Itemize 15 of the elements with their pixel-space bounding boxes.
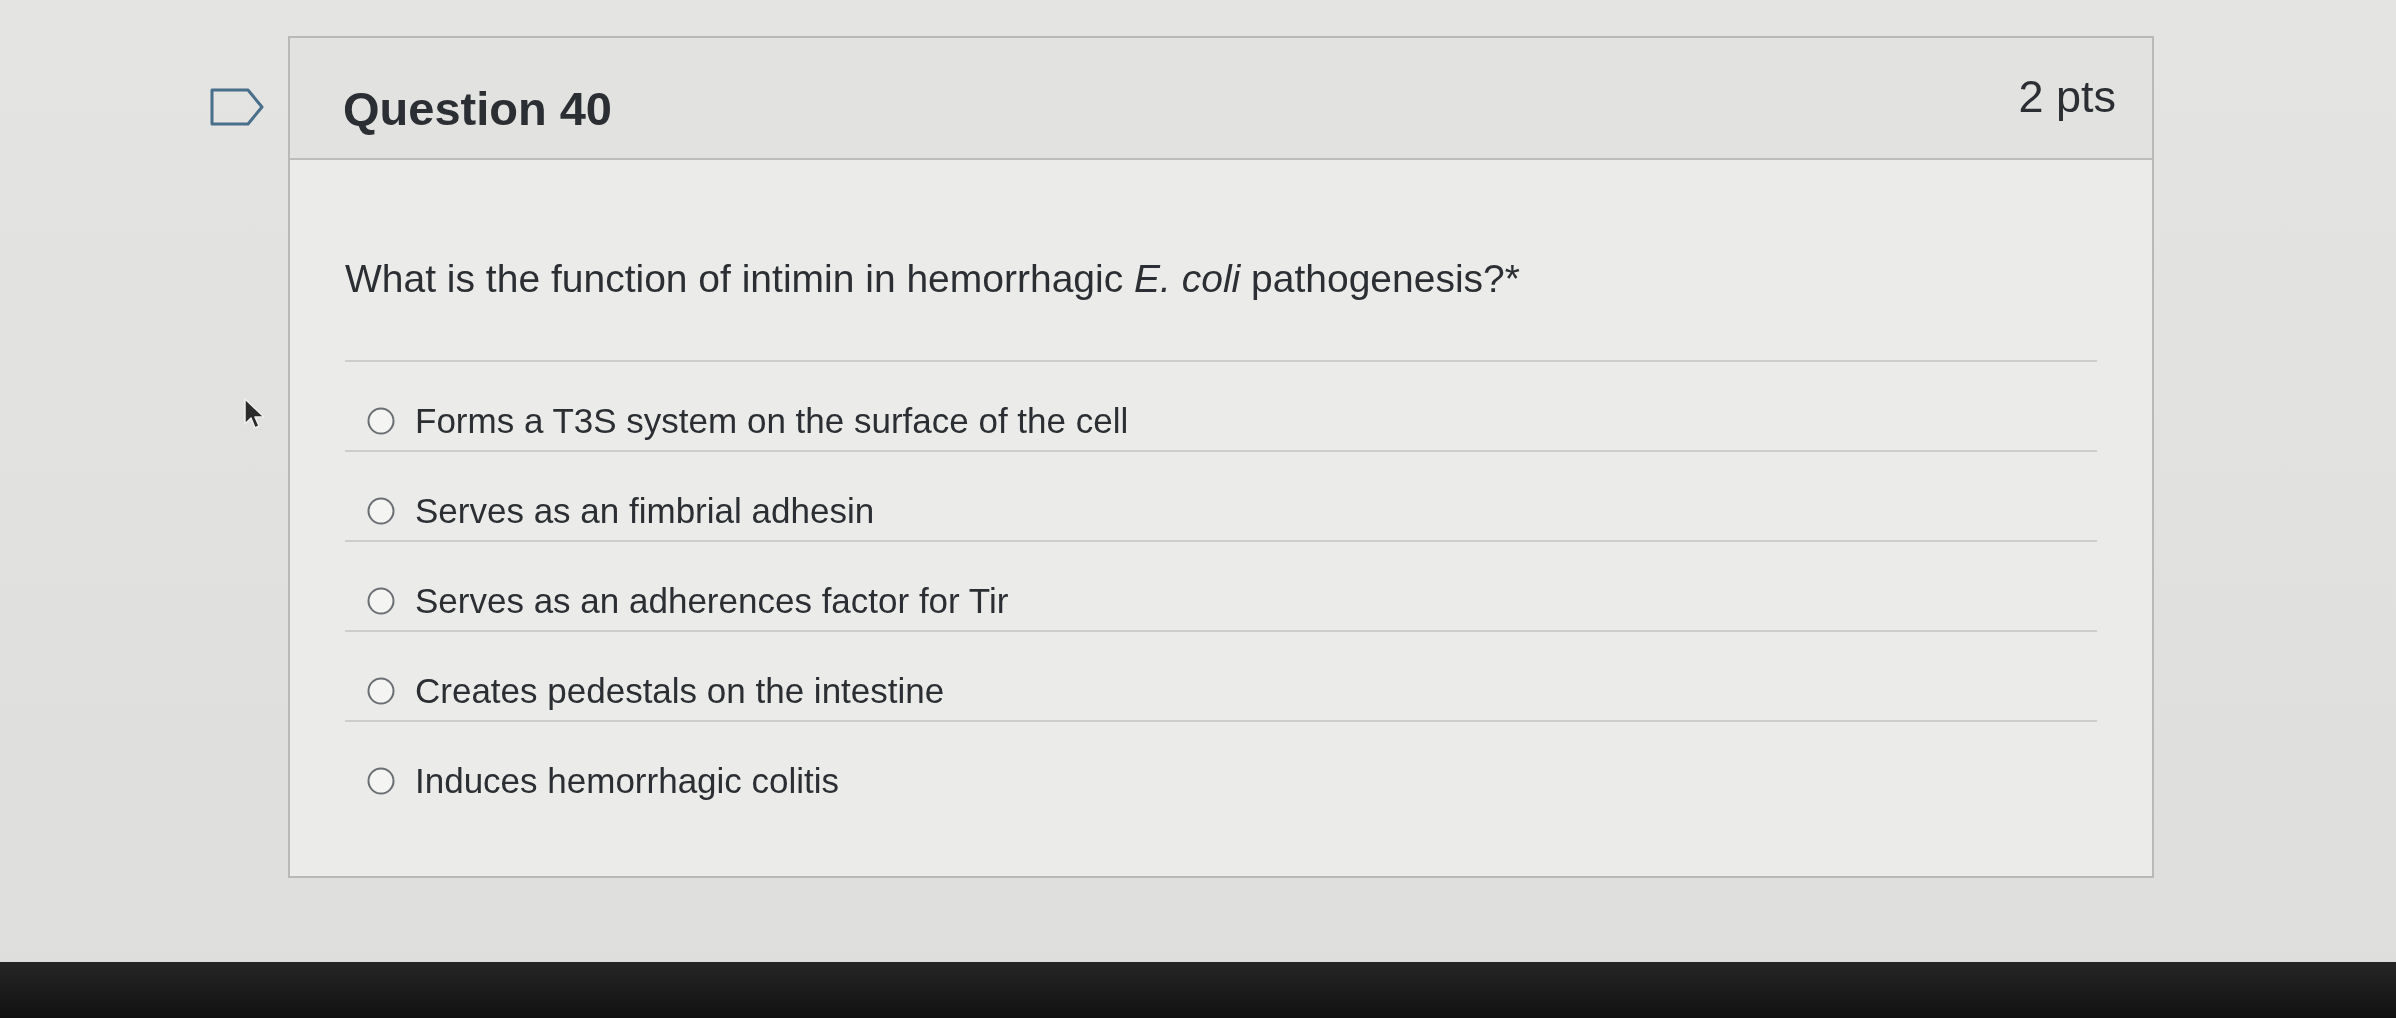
- answer-option[interactable]: Induces hemorrhagic colitis: [367, 762, 840, 800]
- radio-icon[interactable]: [367, 767, 395, 795]
- answer-option[interactable]: Forms a T3S system on the surface of the cell: [367, 402, 1129, 440]
- question-text: What is the function of intimin in hemorrhagic E. coli pathogenesis?*: [345, 256, 1521, 302]
- points-label: 2 pts: [2018, 70, 2116, 124]
- answer-option[interactable]: Serves as an fimbrial adhesin: [367, 492, 875, 530]
- answer-option[interactable]: Serves as an adherences factor for Tir: [367, 582, 1009, 620]
- radio-icon[interactable]: [367, 677, 395, 705]
- answer-option[interactable]: Creates pedestals on the intestine: [367, 672, 945, 710]
- radio-icon[interactable]: [367, 407, 395, 435]
- radio-icon[interactable]: [367, 587, 395, 615]
- mouse-pointer-icon: [244, 398, 266, 430]
- bookmark-icon[interactable]: [210, 88, 264, 126]
- question-title: Question 40: [343, 82, 612, 136]
- radio-icon[interactable]: [367, 497, 395, 525]
